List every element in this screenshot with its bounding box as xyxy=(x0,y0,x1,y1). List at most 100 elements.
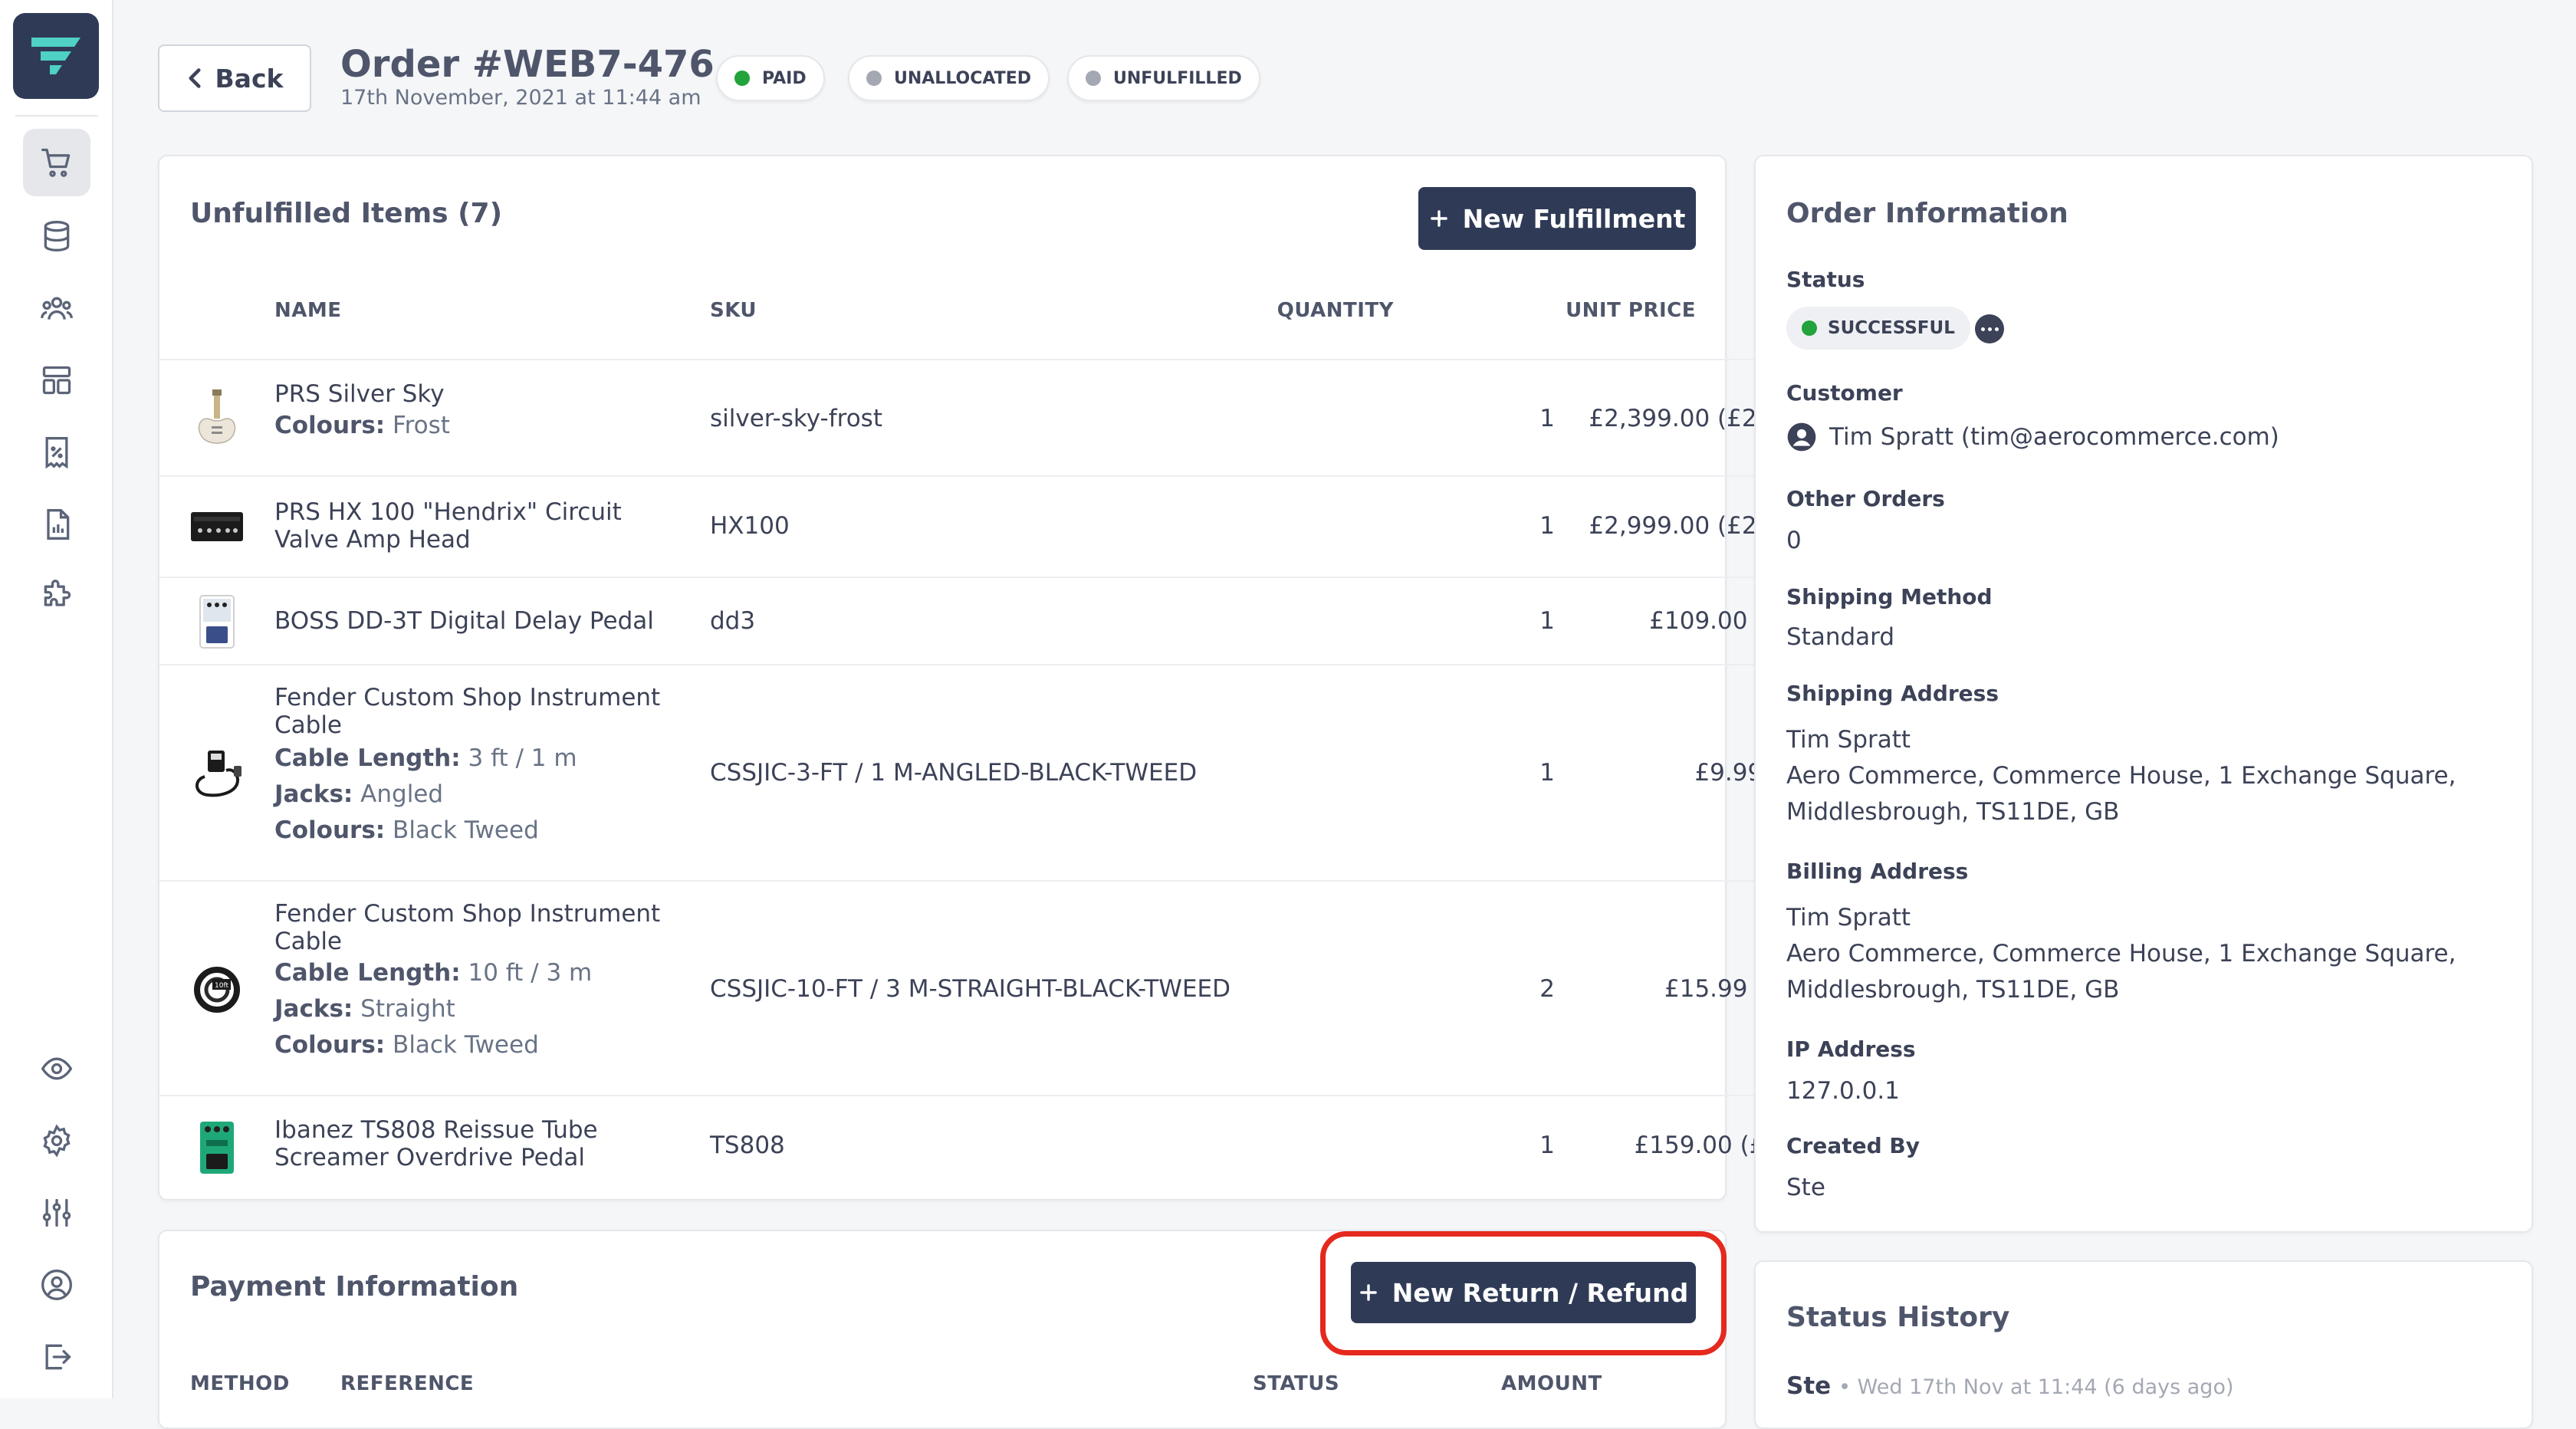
back-label: Back xyxy=(215,63,284,94)
shipping-method-label: Shipping Method xyxy=(1786,584,1993,609)
table-row[interactable]: 10ft Fender Custom Shop Instrument Cable… xyxy=(159,880,1886,1095)
sidebar xyxy=(0,0,113,1398)
status-label: Status xyxy=(1786,267,1865,292)
button-label: New Fulfillment xyxy=(1462,203,1686,234)
table-row[interactable]: BOSS DD-3T Digital Delay Pedal dd3 1 £10… xyxy=(159,577,1886,664)
badge-label: UNFULFILLED xyxy=(1113,68,1242,88)
extensions-nav-item[interactable] xyxy=(23,563,90,630)
billing-address-line: Tim Spratt xyxy=(1786,904,1911,931)
chevron-left-icon xyxy=(189,68,201,88)
database-icon xyxy=(44,221,70,251)
green-pedal-thumbnail xyxy=(189,1119,245,1176)
account-nav-item[interactable] xyxy=(23,1251,90,1319)
column-header-method: METHOD xyxy=(190,1372,290,1395)
page-title: Order #WEB7-476 xyxy=(340,43,715,86)
customer-link[interactable]: Tim Spratt (tim@aerocommerce.com) xyxy=(1786,422,2279,452)
item-option: Cable Length: 3 ft / 1 m xyxy=(274,741,577,777)
table-row[interactable]: PRS HX 100 "Hendrix" Circuit Valve Amp H… xyxy=(159,475,1886,577)
item-name: Fender Custom Shop Instrument Cable xyxy=(274,684,661,739)
option-key: Colours: xyxy=(274,412,386,439)
table-row[interactable]: Fender Custom Shop Instrument Cable Cabl… xyxy=(159,664,1886,880)
preview-nav-item[interactable] xyxy=(23,1035,90,1102)
orders-nav-item[interactable] xyxy=(23,129,90,196)
status-dot xyxy=(866,71,882,86)
reports-nav-item[interactable] xyxy=(23,491,90,558)
item-option: Jacks: Straight xyxy=(274,991,455,1027)
table-row[interactable]: Ibanez TS808 Reissue Tube Screamer Overd… xyxy=(159,1095,1886,1199)
item-option: Colours: Black Tweed xyxy=(274,1027,539,1063)
ip-address-label: IP Address xyxy=(1786,1036,1916,1062)
unallocated-badge: UNALLOCATED xyxy=(848,55,1050,101)
puzzle-icon xyxy=(44,580,71,606)
option-value: 10 ft / 3 m xyxy=(468,959,593,987)
shipping-address-line: Middlesbrough, TS11DE, GB xyxy=(1786,798,2120,826)
item-name: Fender Custom Shop Instrument Cable xyxy=(274,900,661,955)
sidebar-divider xyxy=(15,115,98,117)
svg-text:10ft: 10ft xyxy=(215,982,228,990)
new-fulfillment-button[interactable]: New Fulfillment xyxy=(1418,187,1696,250)
discount-icon xyxy=(45,437,68,469)
settings-nav-item[interactable] xyxy=(23,1107,90,1174)
item-sku: TS808 xyxy=(710,1132,785,1159)
item-quantity: 1 xyxy=(1539,607,1555,635)
back-button[interactable]: Back xyxy=(158,44,311,112)
card-title: Payment Information xyxy=(190,1271,519,1303)
option-key: Colours: xyxy=(274,816,386,844)
logout-icon xyxy=(45,1344,71,1370)
catalog-nav-item[interactable] xyxy=(23,202,90,270)
customers-nav-item[interactable] xyxy=(23,274,90,342)
item-sku: dd3 xyxy=(710,607,756,635)
cable-thumbnail xyxy=(189,745,245,802)
aero-logo[interactable] xyxy=(13,13,99,99)
status-badge: SUCCESSFUL xyxy=(1786,307,1970,350)
plus-icon xyxy=(1430,210,1447,227)
column-header-name: NAME xyxy=(274,299,342,322)
item-quantity: 1 xyxy=(1539,1132,1555,1159)
layout-icon xyxy=(42,366,71,395)
customer-label: Customer xyxy=(1786,380,1903,406)
shipping-address-line: Tim Spratt xyxy=(1786,726,1911,754)
item-option: Colours: Black Tweed xyxy=(274,813,539,849)
unfulfilled-badge: UNFULFILLED xyxy=(1067,55,1260,101)
item-name: BOSS DD-3T Digital Delay Pedal xyxy=(274,607,654,635)
badge-label: UNALLOCATED xyxy=(894,68,1032,88)
configuration-nav-item[interactable] xyxy=(23,1179,90,1247)
item-option: Jacks: Angled xyxy=(274,777,443,813)
item-quantity: 1 xyxy=(1539,405,1555,432)
item-name: Ibanez TS808 Reissue Tube Screamer Overd… xyxy=(274,1116,598,1171)
billing-address-line: Middlesbrough, TS11DE, GB xyxy=(1786,976,2120,1004)
shipping-method-value: Standard xyxy=(1786,623,1895,651)
history-author: Ste xyxy=(1786,1372,1832,1400)
option-value: Angled xyxy=(360,780,444,808)
option-value: Straight xyxy=(360,995,455,1023)
history-meta: • Wed 17th Nov at 11:44 (6 days ago) xyxy=(1838,1375,2234,1399)
column-header-status: STATUS xyxy=(1253,1372,1340,1395)
cable-thumbnail: 10ft xyxy=(189,961,245,1018)
logout-nav-item[interactable] xyxy=(23,1323,90,1391)
sliders-icon xyxy=(42,1198,71,1227)
report-icon xyxy=(47,509,70,540)
created-by-value: Ste xyxy=(1786,1174,1825,1201)
item-name: PRS HX 100 "Hendrix" Circuit Valve Amp H… xyxy=(274,498,622,554)
item-quantity: 1 xyxy=(1539,512,1555,540)
more-options-icon[interactable] xyxy=(1975,314,2004,343)
item-option: Cable Length: 10 ft / 3 m xyxy=(274,955,592,991)
option-key: Jacks: xyxy=(274,995,353,1023)
status-value: SUCCESSFUL xyxy=(1828,318,1955,338)
discounts-nav-item[interactable] xyxy=(23,419,90,486)
content-nav-item[interactable] xyxy=(23,347,90,414)
column-header-unit-price: UNIT PRICE xyxy=(1566,299,1696,322)
pedal-thumbnail xyxy=(189,593,245,650)
created-by-label: Created By xyxy=(1786,1133,1921,1158)
order-date: 17th November, 2021 at 11:44 am xyxy=(340,86,702,110)
option-value: Black Tweed xyxy=(393,1031,539,1059)
unfulfilled-items-card: Unfulfilled Items (7) New Fulfillment NA… xyxy=(158,155,1886,1201)
item-sku: CSSJIC-3-FT / 1 M-ANGLED-BLACK-TWEED xyxy=(710,759,1198,787)
table-row[interactable]: PRS Silver Sky Colours: Frost silver-sky… xyxy=(159,359,1886,475)
option-value: Black Tweed xyxy=(393,816,539,844)
eye-icon xyxy=(41,1057,73,1080)
status-dot xyxy=(1802,320,1817,336)
item-quantity: 2 xyxy=(1539,975,1555,1003)
column-header-quantity: QUANTITY xyxy=(1276,299,1394,322)
badge-label: PAID xyxy=(762,68,807,88)
